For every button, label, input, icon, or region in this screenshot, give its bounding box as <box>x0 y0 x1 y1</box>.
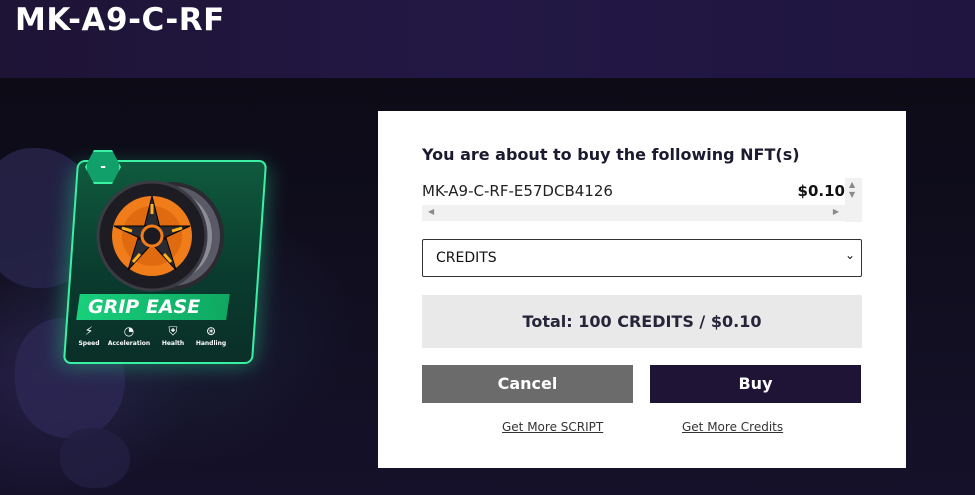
get-more-script-link[interactable]: Get More SCRIPT <box>502 420 603 434</box>
stat-label: Health <box>161 340 185 347</box>
stat-label: Acceleration <box>107 340 151 347</box>
vertical-scrollbar[interactable]: ▲ ▼ <box>845 178 862 222</box>
stat-speed: ⚡ Speed <box>76 322 102 348</box>
nft-name-banner: GRIP EASE <box>76 294 230 320</box>
stat-label: Speed <box>78 340 100 347</box>
lightning-icon: ⚡ <box>84 324 94 338</box>
dialog-heading: You are about to buy the following NFT(s… <box>422 145 800 164</box>
chevron-down-icon: ⌄ <box>844 248 855 262</box>
buy-button[interactable]: Buy <box>650 365 861 403</box>
gauge-icon: ◔ <box>123 324 135 338</box>
scroll-down-icon[interactable]: ▼ <box>849 190 855 199</box>
scroll-left-icon[interactable]: ◀ <box>428 207 434 216</box>
nft-item-price: $0.10 <box>797 182 845 200</box>
scroll-right-icon[interactable]: ▶ <box>833 207 839 216</box>
header-bar: MK-A9-C-RF <box>0 0 975 78</box>
scroll-up-icon[interactable]: ▲ <box>849 180 855 189</box>
stat-label: Handling <box>195 340 227 347</box>
horizontal-scrollbar[interactable]: ◀ ▶ <box>422 205 845 221</box>
stat-health: ⛨ Health <box>158 322 188 348</box>
stat-handling: ⊛ Handling <box>194 322 228 348</box>
nft-item-name: MK-A9-C-RF-E57DCB4126 <box>422 182 613 200</box>
get-more-credits-link[interactable]: Get More Credits <box>682 420 783 434</box>
nft-name: GRIP EASE <box>88 296 201 318</box>
wheel-icon <box>96 180 224 292</box>
steering-wheel-icon: ⊛ <box>205 324 217 338</box>
stat-acceleration: ◔ Acceleration <box>106 322 152 348</box>
currency-select[interactable]: CREDITS ⌄ <box>422 239 862 277</box>
asteroid <box>60 428 130 488</box>
total-summary: Total: 100 CREDITS / $0.10 <box>422 295 862 348</box>
cancel-button[interactable]: Cancel <box>422 365 633 403</box>
nft-stats: ⚡ Speed ◔ Acceleration ⛨ Health ⊛ Handli… <box>70 322 240 352</box>
currency-selected-value: CREDITS <box>436 250 497 266</box>
purchase-dialog: You are about to buy the following NFT(s… <box>378 111 906 468</box>
shield-icon: ⛨ <box>168 324 178 338</box>
page-title: MK-A9-C-RF <box>15 2 225 38</box>
nft-list[interactable]: MK-A9-C-RF-E57DCB4126 $0.10 ▲ ▼ ◀ ▶ <box>422 178 862 222</box>
